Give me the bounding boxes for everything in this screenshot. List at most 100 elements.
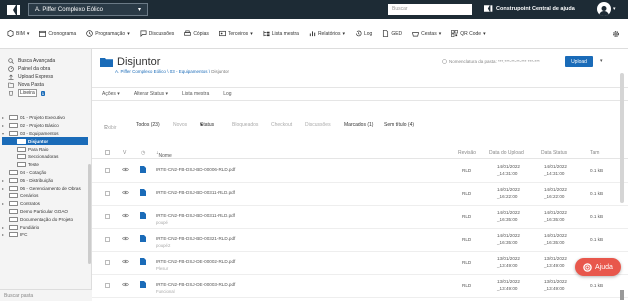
sidebar-folder-item[interactable]: 04 - Cotação	[2, 169, 88, 177]
column-revisao[interactable]: Revisão	[458, 150, 476, 156]
filter-discussoes[interactable]: Discussões	[305, 122, 331, 128]
toolbar-relatorios[interactable]: Relatórios ▾	[309, 30, 345, 37]
row-checkbox[interactable]	[105, 191, 110, 197]
user-menu[interactable]: ▾	[597, 2, 616, 16]
breadcrumb-item[interactable]: 03 - Equipamentos	[170, 69, 208, 74]
sidebar-folder-item[interactable]: Teste	[2, 161, 88, 169]
toolbar-copias[interactable]: Cópias	[184, 30, 209, 37]
toolbar-cronograma[interactable]: Cronograma	[39, 30, 76, 37]
sidebar-folder-item[interactable]: Cenários	[2, 192, 88, 200]
table-row[interactable]: IRTE-CN2-FB-DSJ-DE-00002-RLD.pdf Plesur RL…	[92, 252, 628, 275]
master-list-button[interactable]: Lista mestra	[182, 91, 209, 97]
sidebar-folder-item[interactable]: Seccionadoras	[2, 153, 88, 161]
sidebar-folder-item[interactable]: ▾ 03 - Equipamentos	[2, 130, 88, 138]
breadcrumb-item[interactable]: A. Piffer Complexo Eólico	[115, 69, 166, 74]
sidebar-scrollbar[interactable]	[88, 164, 91, 264]
sidebar-folder-item[interactable]: ▸ Fundiário	[2, 223, 88, 231]
main-scrollbar[interactable]	[620, 73, 624, 203]
filter-bloqueados[interactable]: Bloqueados	[232, 122, 258, 128]
folder-icon	[17, 146, 26, 152]
select-all-checkbox[interactable]	[105, 150, 110, 157]
filter-checkout[interactable]: Checkout	[271, 122, 292, 128]
actions-menu[interactable]: Ações ▾	[102, 91, 120, 97]
table-row[interactable]: IRTE-CN2-FB-DSJ-DE-00003-RLD.pdf Funciona…	[92, 275, 628, 298]
eye-icon[interactable]	[122, 236, 129, 242]
row-checkbox[interactable]	[105, 214, 110, 220]
chevron-down-icon[interactable]: ▾	[600, 58, 603, 64]
filter-todos[interactable]: Todos (23)	[136, 122, 160, 128]
sidebar-advanced-search[interactable]: Busca Avançada	[8, 57, 91, 65]
table-row[interactable]: IRTE-CN2-FB-DSJ-BD-00311-RLD.pdf RLD 14/01…	[92, 183, 628, 206]
table-row[interactable]: IRTE-CN2-FB-DSJ-BD-00321-RLD.pdf poupé2 RL…	[92, 229, 628, 252]
help-center-link[interactable]: Central de ajuda	[532, 6, 575, 12]
toolbar-cestas[interactable]: Cestas ▾	[412, 30, 441, 37]
sidebar-folder-item[interactable]: Demo Particular GOAO	[2, 208, 88, 216]
scroll-down-button[interactable]	[620, 290, 624, 300]
row-checkbox[interactable]	[105, 260, 110, 266]
filter-sem-titulo[interactable]: Sem título (4)	[384, 122, 414, 128]
toolbar-terceiros[interactable]: Terceiros ▾	[218, 30, 253, 37]
sidebar-folder-item[interactable]: Documentação do Projeto	[2, 215, 88, 223]
table-row[interactable]: IRTE-CN2-FB-DSJ-BD-00006-RLD.pdf RLD 14/01…	[92, 160, 628, 183]
column-data-status[interactable]: Data Status	[541, 150, 567, 156]
toolbar-qrcode[interactable]: QR Code ▾	[451, 30, 486, 37]
sidebar-folder-item[interactable]: ▸ 01 - Projeto Executivo	[2, 114, 88, 122]
chevron-right-icon[interactable]: ▸	[2, 201, 7, 206]
file-name-link[interactable]: IRTE-CN2-FB-DSJ-DE-00002-RLD.pdf	[156, 259, 235, 264]
sidebar-folder-item[interactable]: ▸ 05 - Distribuição	[2, 176, 88, 184]
toolbar-ged[interactable]: GED	[382, 30, 402, 37]
sidebar-dashboard[interactable]: Painel da obra	[8, 65, 91, 73]
change-status-menu[interactable]: Alterar Status ▾	[134, 91, 168, 97]
row-checkbox[interactable]	[105, 237, 110, 243]
eye-icon[interactable]	[122, 259, 129, 265]
project-selector[interactable]: A. Piffer Complexo Eólico ▾	[28, 3, 148, 16]
chevron-right-icon[interactable]: ▸	[2, 123, 7, 128]
column-nome[interactable]: ↓ Nome	[156, 150, 172, 159]
sidebar-folder-item[interactable]: ▸ 02 - Projeto Básico	[2, 122, 88, 130]
toolbar-log[interactable]: Log	[355, 30, 372, 37]
chevron-right-icon[interactable]: ▸	[2, 186, 7, 191]
column-v[interactable]: V	[123, 150, 126, 156]
help-button[interactable]: Ajuda	[575, 258, 621, 276]
sidebar-folder-item[interactable]: Para Raio	[2, 145, 88, 153]
filter-status[interactable]: Status ▾	[200, 122, 214, 128]
sidebar-upload-express[interactable]: Upload Express	[8, 73, 91, 81]
file-name-link[interactable]: IRTE-CN2-FB-DSJ-BD-00321-RLD.pdf	[156, 236, 235, 241]
file-name-link[interactable]: IRTE-CN2-FB-DSJ-BD-00311-RLD.pdf	[156, 213, 235, 218]
sidebar-folder-item[interactable]: Disjuntor	[2, 137, 88, 146]
eye-icon[interactable]	[122, 190, 129, 196]
eye-icon[interactable]	[122, 213, 129, 219]
file-name-link[interactable]: IRTE-CN2-FB-DSJ-BD-00006-RLD.pdf	[156, 167, 235, 172]
chevron-down-icon[interactable]: ▾	[2, 131, 7, 136]
toolbar-lista-mestra[interactable]: Lista mestra	[263, 30, 299, 37]
app-logo[interactable]	[6, 3, 22, 16]
column-data-upload[interactable]: Data do Upload	[489, 150, 524, 156]
log-button[interactable]: Log	[223, 91, 231, 97]
eye-icon[interactable]	[122, 167, 129, 173]
toolbar-discussoes[interactable]: Discussões	[140, 30, 174, 37]
chevron-right-icon[interactable]: ▸	[2, 225, 7, 230]
eye-icon[interactable]	[122, 282, 129, 288]
sidebar-folder-item[interactable]: ▸ 06 - Gerenciamento de Obras	[2, 184, 88, 192]
file-name-link[interactable]: IRTE-CN2-FB-DSJ-DE-00003-RLD.pdf	[156, 282, 235, 287]
toolbar-bim[interactable]: BIM ▾	[7, 30, 29, 37]
filter-marcados[interactable]: Marcados (1)	[344, 122, 373, 128]
chevron-right-icon[interactable]: ▸	[2, 178, 7, 183]
sidebar-folder-item[interactable]: ▸ Contratos	[2, 200, 88, 208]
column-tam[interactable]: Tam	[590, 150, 599, 156]
search-input[interactable]: Buscar	[388, 4, 472, 15]
sidebar-new-folder[interactable]: Nova Pasta	[8, 81, 91, 89]
chevron-right-icon[interactable]: ▸	[2, 115, 7, 120]
toolbar-programacao[interactable]: Programação ▾	[86, 30, 130, 37]
sidebar-folder-item[interactable]: ▸ IFC	[2, 231, 88, 239]
table-row[interactable]: IRTE-CN2-FB-DSJ-BD-00311-RLD.pdf poupé RLD…	[92, 206, 628, 229]
sidebar-trash[interactable]: Lixeira 1	[8, 89, 91, 97]
row-checkbox[interactable]	[105, 168, 110, 174]
row-checkbox[interactable]	[105, 283, 110, 289]
upload-button[interactable]: Upload	[565, 56, 593, 67]
filter-novos[interactable]: Novos	[173, 122, 187, 128]
file-name-link[interactable]: IRTE-CN2-FB-DSJ-BD-00311-RLD.pdf	[156, 190, 235, 195]
chevron-right-icon[interactable]: ▸	[2, 232, 7, 237]
folder-search-input[interactable]: Buscar pasta	[0, 289, 92, 301]
gear-icon[interactable]	[612, 30, 620, 40]
